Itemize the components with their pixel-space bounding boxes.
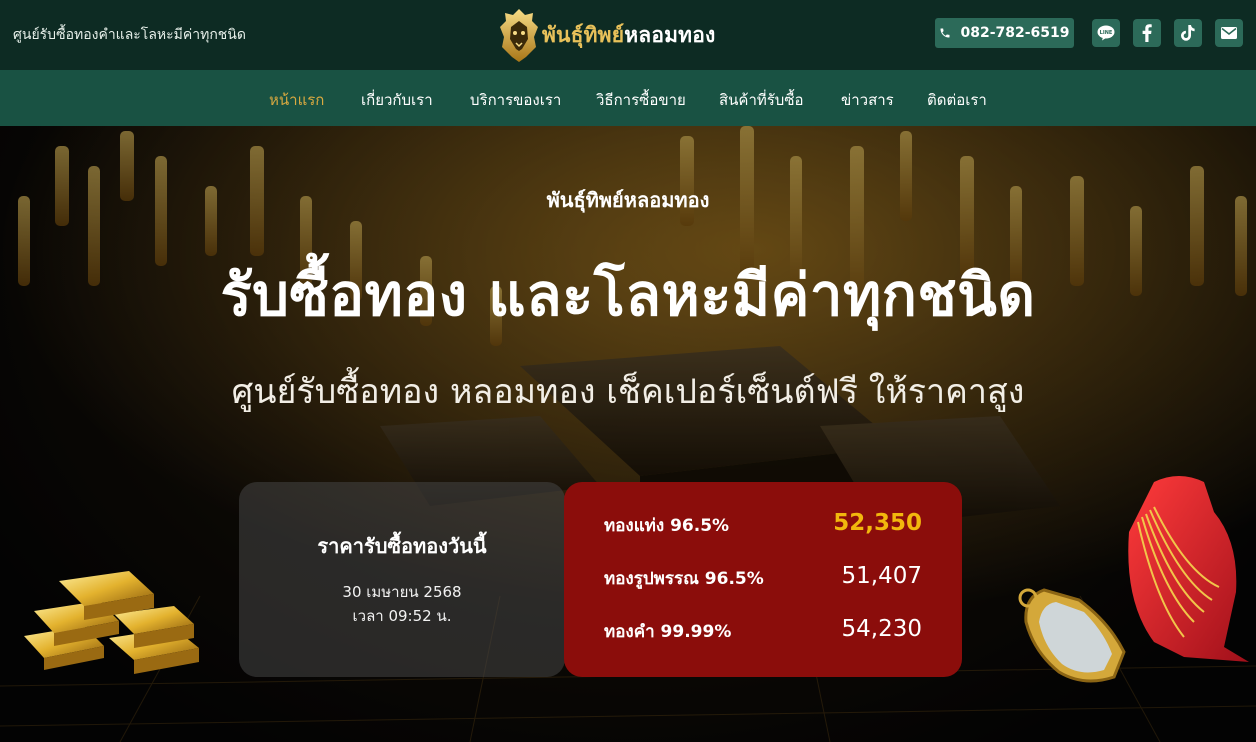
price-label-gold-ornament: ทองรูปพรรณ 96.5% xyxy=(604,569,764,589)
nav-item-about[interactable]: เกี่ยวกับเรา xyxy=(361,88,433,112)
logo-text-white: หลอมทอง xyxy=(624,22,716,47)
price-value-gold-ornament: 51,407 xyxy=(841,563,922,589)
tiktok-icon xyxy=(1181,25,1195,41)
gold-bars-image xyxy=(24,571,199,674)
line-link[interactable]: LINE xyxy=(1092,19,1120,47)
nav-item-products[interactable]: สินค้าที่รับซื้อ xyxy=(719,88,804,112)
logo-text-gold: พันธุ์ทิพย์ xyxy=(542,22,625,47)
mail-icon xyxy=(1221,27,1237,39)
price-date-card: ราคารับซื้อทองวันนี้ 30 เมษายน 2568 เวลา… xyxy=(239,482,565,677)
price-value-pure-gold: 54,230 xyxy=(841,616,922,642)
top-bar: ศูนย์รับซื้อทองคำและโลหะมีค่าทุกชนิด พัน… xyxy=(0,0,1256,70)
tiktok-link[interactable] xyxy=(1174,19,1202,47)
price-label-pure-gold: ทองคำ 99.99% xyxy=(604,622,732,642)
price-date: 30 เมษายน 2568 xyxy=(342,583,462,601)
line-icon: LINE xyxy=(1097,25,1115,41)
phone-icon xyxy=(940,28,950,38)
phone-number: 082-782-6519 xyxy=(960,25,1070,41)
hero-section: พันธุ์ทิพย์หลอมทอง รับซื้อทอง และโลหะมีค… xyxy=(0,126,1256,742)
mail-link[interactable] xyxy=(1215,19,1243,47)
nav-item-services[interactable]: บริการของเรา xyxy=(470,88,561,112)
price-value-gold-bar: 52,350 xyxy=(833,510,922,536)
phone-button[interactable]: 082-782-6519 xyxy=(935,18,1074,48)
main-nav: หน้าแรก เกี่ยวกับเรา บริการของเรา วิธีกา… xyxy=(0,70,1256,126)
facebook-icon xyxy=(1142,24,1152,42)
necklace-display-image xyxy=(1018,476,1249,683)
nav-item-how-to-trade[interactable]: วิธีการซื้อขาย xyxy=(596,88,686,112)
hero-headline: รับซื้อทอง และโลหะมีค่าทุกชนิด xyxy=(220,261,1036,329)
hero-subhead: ศูนย์รับซื้อทอง หลอมทอง เช็คเปอร์เซ็นต์ฟ… xyxy=(231,372,1025,412)
gold-price-card: ทองแท่ง 96.5% 52,350 ทองรูปพรรณ 96.5% 51… xyxy=(564,482,962,677)
header-tagline: ศูนย์รับซื้อทองคำและโลหะมีค่าทุกชนิด xyxy=(13,27,246,43)
nav-item-contact[interactable]: ติดต่อเรา xyxy=(927,88,987,112)
lion-crest-icon xyxy=(500,9,538,62)
svg-text:LINE: LINE xyxy=(1100,30,1113,36)
facebook-link[interactable] xyxy=(1133,19,1161,47)
site-logo[interactable]: พันธุ์ทิพย์หลอมทอง xyxy=(498,6,716,64)
price-label-gold-bar: ทองแท่ง 96.5% xyxy=(604,516,730,536)
nav-item-home[interactable]: หน้าแรก xyxy=(269,88,324,112)
price-time: เวลา 09:52 น. xyxy=(352,607,452,625)
hero-eyebrow: พันธุ์ทิพย์หลอมทอง xyxy=(546,188,710,212)
nav-item-news[interactable]: ข่าวสาร xyxy=(841,88,894,112)
price-date-title: ราคารับซื้อทองวันนี้ xyxy=(317,534,487,558)
